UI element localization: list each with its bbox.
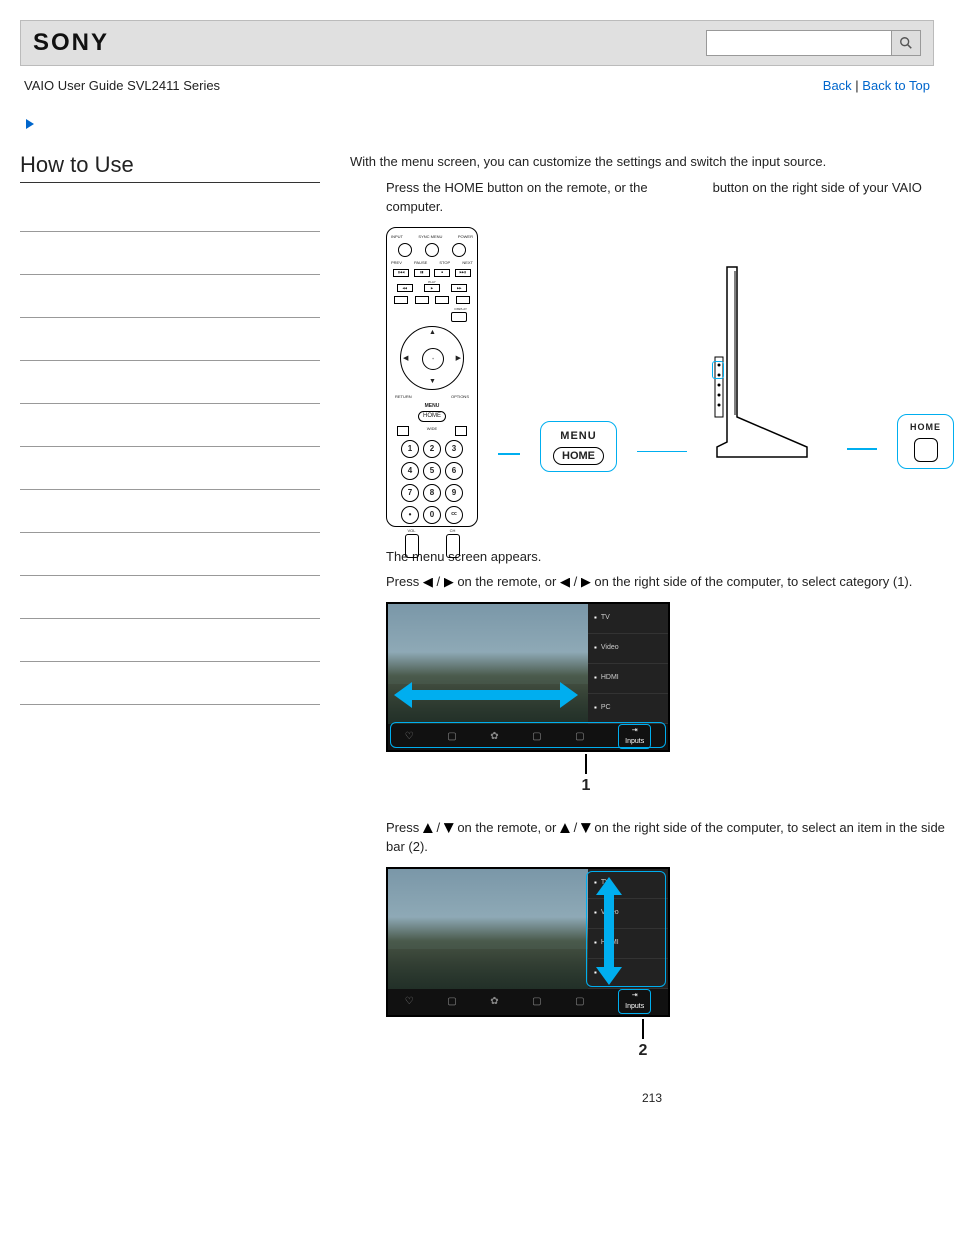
sidebar-item[interactable] (20, 275, 320, 318)
sony-logo: SONY (33, 29, 109, 57)
sidebar-item[interactable] (20, 490, 320, 533)
figure-remote-and-computer: INPUTSYNC MENUPOWER PREVPAUSESTOPNEXT ▮◀… (386, 227, 954, 527)
callout-home-button: HOME (897, 414, 954, 470)
sidebar-title: How to Use (20, 152, 320, 183)
arrow-left-icon (560, 578, 570, 588)
arrow-up-icon (560, 823, 570, 833)
page-number: 213 (350, 1089, 954, 1107)
sidebar-item[interactable] (20, 619, 320, 662)
sidebar-item[interactable] (20, 404, 320, 447)
sidebar-item[interactable] (20, 533, 320, 576)
figure-marker-1: 1 (506, 774, 666, 798)
arrow-down-icon (444, 823, 454, 833)
step-3-text: Press / on the remote, or / on the right… (386, 818, 954, 857)
remote-illustration: INPUTSYNC MENUPOWER PREVPAUSESTOPNEXT ▮◀… (386, 227, 478, 527)
separator: | (852, 78, 863, 93)
arrow-down-icon (581, 823, 591, 833)
arrow-right-icon (444, 578, 454, 588)
search-icon (899, 36, 913, 50)
sidebar-item[interactable] (20, 318, 320, 361)
step-1-text: Press the HOME button on the remote, or … (386, 178, 954, 217)
sidebar-item[interactable] (20, 189, 320, 232)
header-bar: SONY (20, 20, 934, 66)
product-title: VAIO User Guide SVL2411 Series (24, 78, 220, 93)
callout-menu-home: MENU HOME (540, 421, 617, 472)
sidebar-item[interactable] (20, 232, 320, 275)
intro-text: With the menu screen, you can customize … (350, 152, 954, 172)
sidebar-item[interactable] (20, 662, 320, 705)
arrow-up-icon (423, 823, 433, 833)
figure-select-sidebar-item: ▪TV ▪Video ▪HDMI ▪PC ♡▢✿▢▢ ⇥Inputs 2 (386, 867, 954, 1063)
search-box (706, 30, 921, 56)
sidebar: How to Use (20, 152, 320, 1107)
back-link[interactable]: Back (823, 78, 852, 93)
arrow-left-icon (423, 578, 433, 588)
breadcrumb-chevron-icon (24, 117, 934, 134)
computer-illustration (707, 257, 827, 477)
sidebar-item[interactable] (20, 447, 320, 490)
figure-marker-2: 2 (620, 1039, 666, 1063)
subheader: VAIO User Guide SVL2411 Series Back | Ba… (20, 66, 934, 117)
sidebar-item[interactable] (20, 576, 320, 619)
back-to-top-link[interactable]: Back to Top (862, 78, 930, 93)
main-content: With the menu screen, you can customize … (350, 152, 954, 1107)
search-input[interactable] (706, 30, 892, 56)
figure-select-category: ▪TV ▪Video ▪HDMI ▪PC ♡▢✿▢▢ ⇥Inputs 1 (386, 602, 954, 798)
step-2-text: Press / on the remote, or / on the right… (386, 572, 954, 592)
arrow-right-icon (581, 578, 591, 588)
sidebar-item[interactable] (20, 361, 320, 404)
search-button[interactable] (891, 30, 921, 56)
